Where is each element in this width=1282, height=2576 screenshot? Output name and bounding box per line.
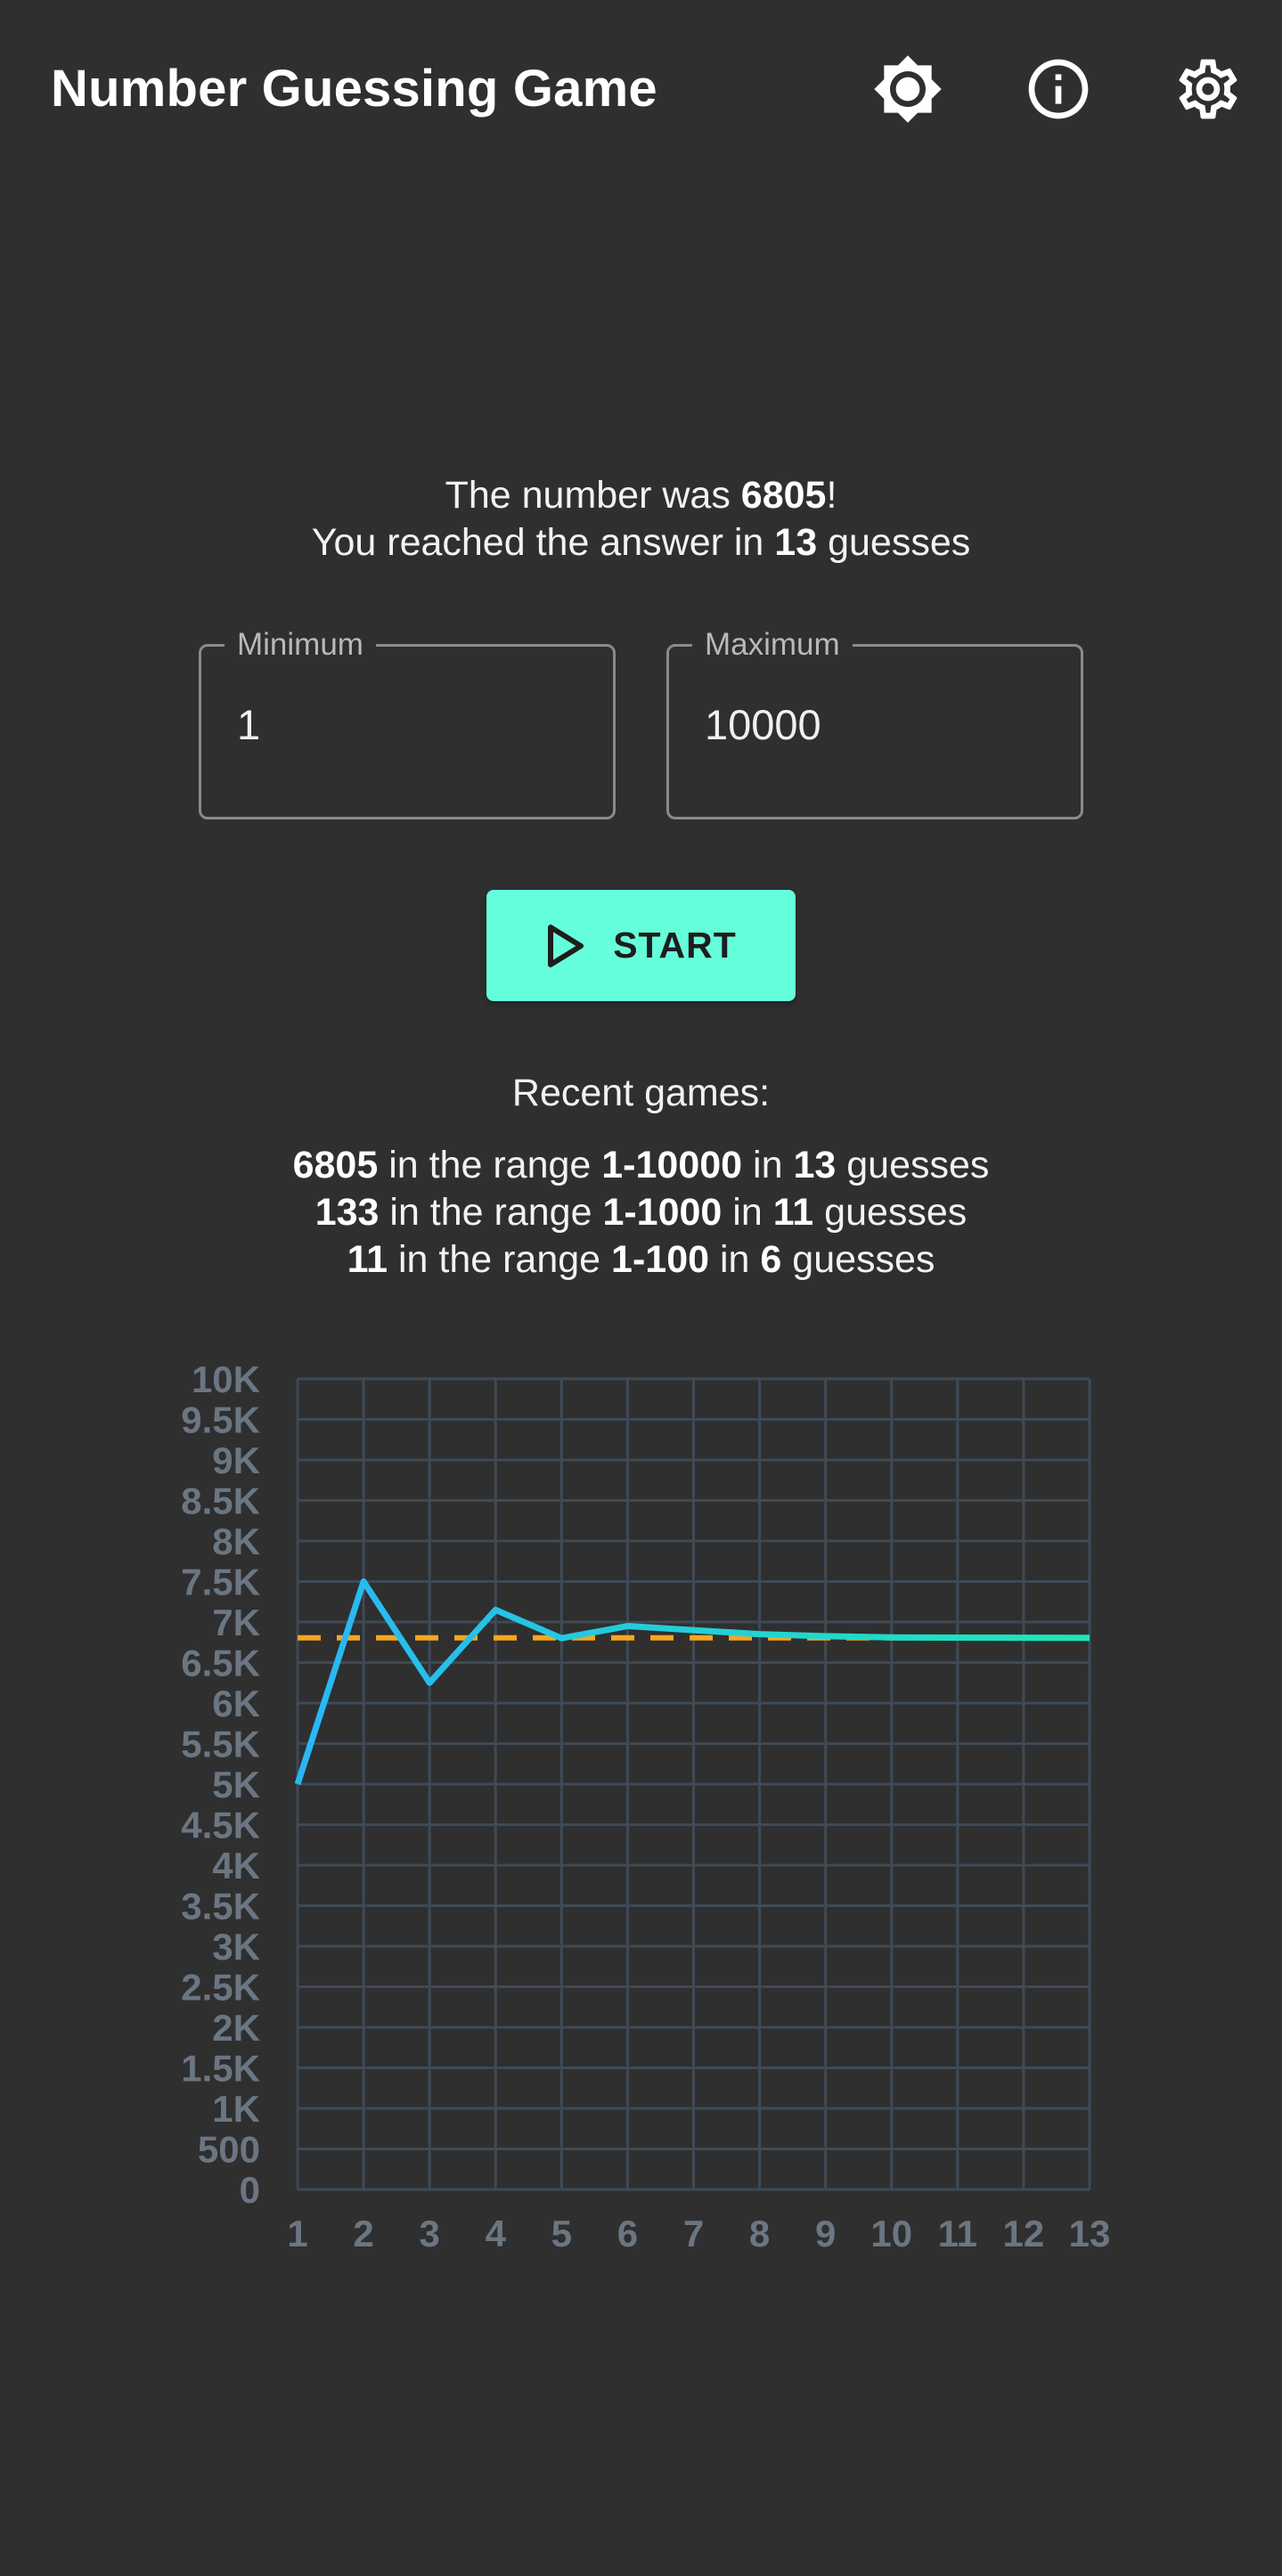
start-label: START [613, 925, 737, 966]
y-tick-label: 1.5K [181, 2048, 260, 2090]
y-tick-label: 7K [212, 1602, 260, 1643]
game-text: in [742, 1144, 794, 1186]
result-line-1: The number was 6805! [0, 472, 1282, 519]
y-tick-label: 6K [212, 1683, 260, 1724]
y-tick-label: 9K [212, 1439, 260, 1481]
game-text: in the range [378, 1144, 602, 1186]
start-button[interactable]: START [486, 890, 796, 1001]
x-tick-label: 6 [617, 2213, 638, 2254]
game-number: 11 [347, 1238, 388, 1281]
brightness-icon [874, 55, 942, 123]
recent-game-row: 133 in the range 1-1000 in 11 guesses [0, 1189, 1282, 1236]
minimum-field[interactable]: Minimum 1 [199, 625, 616, 819]
result-prefix: The number was [445, 474, 741, 517]
game-text: in [709, 1238, 761, 1281]
result-number: 6805 [740, 474, 827, 517]
x-tick-label: 3 [419, 2213, 439, 2254]
y-tick-label: 2K [212, 2007, 260, 2049]
settings-icon [1179, 59, 1237, 119]
game-guesses: 11 [772, 1191, 814, 1234]
y-tick-label: 5K [212, 1764, 260, 1806]
y-tick-label: 4K [212, 1845, 260, 1887]
y-tick-label: 9.5K [181, 1399, 260, 1441]
result-line-2: You reached the answer in 13 guesses [0, 519, 1282, 567]
info-icon [1028, 59, 1089, 119]
recent-games-list: 6805 in the range 1-10000 in 13 guesses … [0, 1142, 1282, 1284]
maximum-value[interactable]: 10000 [705, 700, 821, 749]
settings-button[interactable] [1164, 45, 1253, 134]
y-tick-label: 8K [212, 1520, 260, 1562]
game-text: guesses [836, 1144, 990, 1186]
x-tick-label: 7 [683, 2213, 704, 2254]
y-tick-label: 0 [240, 2169, 260, 2211]
y-tick-label: 4.5K [181, 1805, 260, 1846]
game-text: in the range [388, 1238, 612, 1281]
maximum-label: Maximum [692, 625, 853, 664]
game-range: 1-10000 [601, 1144, 743, 1186]
app-title: Number Guessing Game [51, 60, 657, 118]
result-line2-prefix: You reached the answer in [311, 521, 775, 564]
x-tick-label: 11 [938, 2213, 977, 2254]
recent-games-heading: Recent games: [511, 1072, 771, 1114]
game-range: 1-100 [611, 1238, 710, 1281]
result-suffix: ! [826, 474, 837, 517]
game-number: 6805 [292, 1144, 379, 1186]
game-text: guesses [781, 1238, 935, 1281]
y-tick-label: 10K [192, 1358, 260, 1400]
play-icon [548, 924, 584, 967]
x-tick-label: 1 [287, 2213, 307, 2254]
x-tick-label: 8 [749, 2213, 770, 2254]
result-line2-suffix: guesses [817, 521, 971, 564]
game-text: guesses [813, 1191, 968, 1234]
result-guesses: 13 [774, 521, 818, 564]
x-tick-label: 10 [870, 2213, 912, 2254]
minimum-value[interactable]: 1 [237, 700, 260, 749]
game-text: in the range [379, 1191, 603, 1234]
guess-history-chart: 05001K1.5K2K2.5K3K3.5K4K4.5K5K5.5K6K6.5K… [181, 1358, 1111, 2254]
x-tick-label: 9 [815, 2213, 836, 2254]
x-tick-label: 5 [551, 2213, 572, 2254]
game-number: 133 [314, 1191, 380, 1234]
y-tick-label: 2.5K [181, 1967, 260, 2009]
minimum-label: Minimum [225, 625, 376, 664]
app-bar: Number Guessing Game [0, 0, 1282, 178]
info-button[interactable] [1014, 45, 1103, 134]
recent-game-row: 11 in the range 1-100 in 6 guesses [0, 1236, 1282, 1284]
game-guesses: 6 [760, 1238, 782, 1281]
recent-game-row: 6805 in the range 1-10000 in 13 guesses [0, 1142, 1282, 1189]
y-tick-label: 3K [212, 1926, 260, 1968]
brightness-button[interactable] [863, 45, 952, 134]
y-tick-label: 500 [198, 2129, 260, 2171]
x-tick-label: 12 [1003, 2213, 1045, 2254]
y-tick-label: 7.5K [181, 1561, 260, 1603]
x-tick-label: 4 [486, 2213, 507, 2254]
game-text: in [722, 1191, 773, 1234]
maximum-field[interactable]: Maximum 10000 [666, 625, 1083, 819]
y-tick-label: 5.5K [181, 1724, 260, 1765]
x-tick-label: 13 [1069, 2213, 1111, 2254]
game-guesses: 13 [793, 1144, 837, 1186]
y-tick-label: 1K [212, 2088, 260, 2130]
y-tick-label: 6.5K [181, 1643, 260, 1684]
game-range: 1-1000 [602, 1191, 723, 1234]
y-tick-label: 8.5K [181, 1480, 260, 1522]
y-tick-label: 3.5K [181, 1886, 260, 1928]
x-tick-label: 2 [353, 2213, 373, 2254]
result-message: The number was 6805! You reached the ans… [0, 472, 1282, 567]
